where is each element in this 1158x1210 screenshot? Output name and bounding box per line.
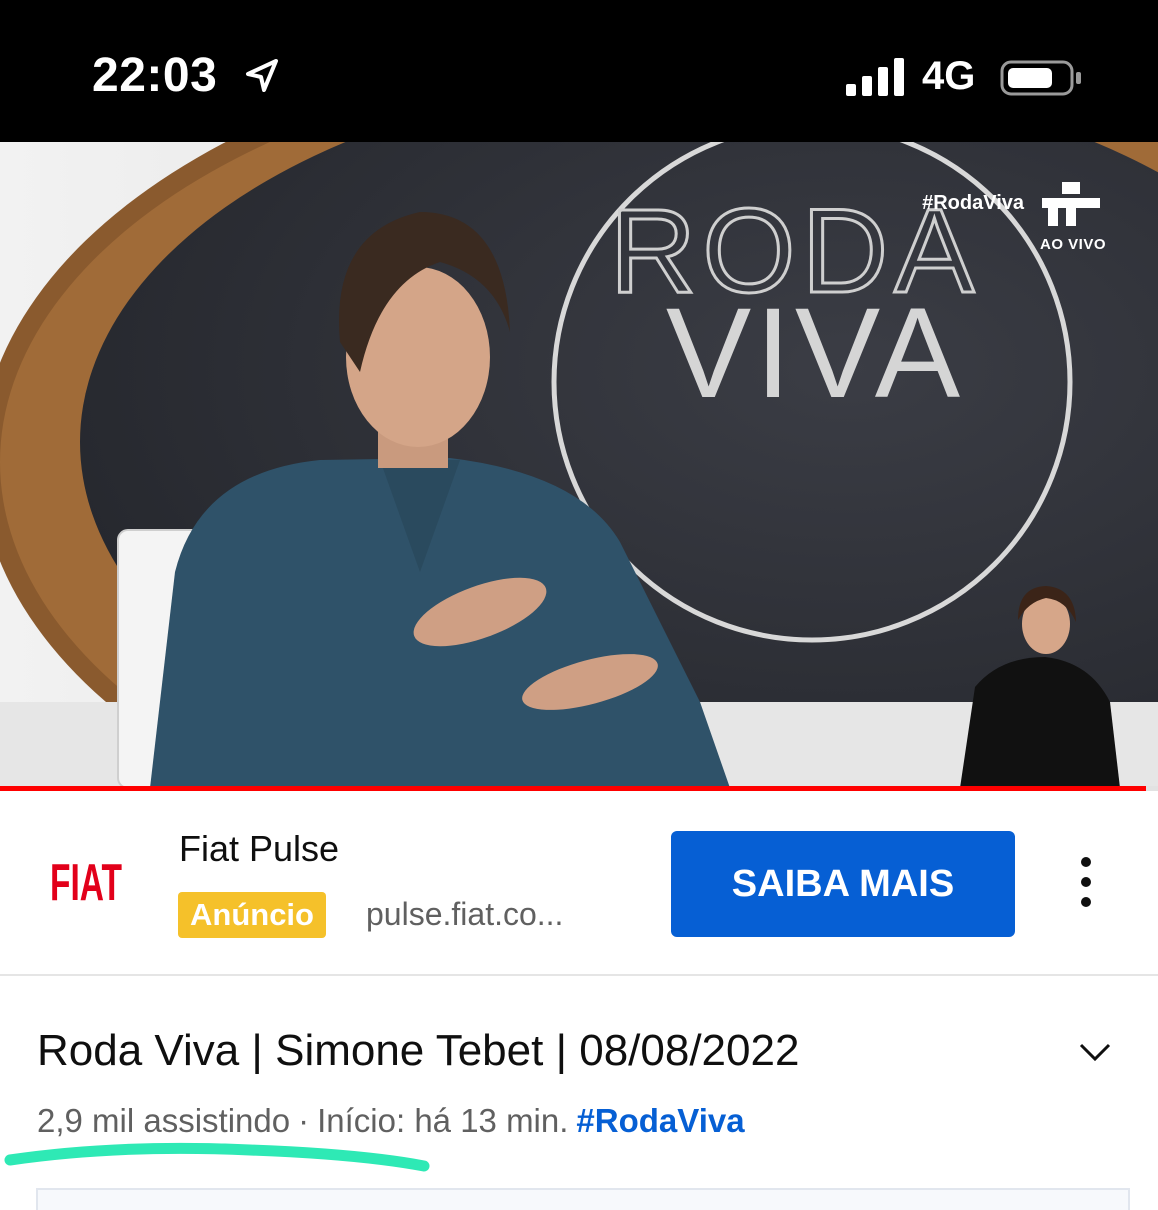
fiat-brand-logo: FIAT bbox=[50, 854, 122, 906]
battery-icon bbox=[1000, 60, 1081, 96]
saiba-mais-button[interactable]: SAIBA MAIS bbox=[671, 831, 1015, 937]
start-time: Início: há 13 min. bbox=[317, 1102, 569, 1139]
ad-badge: Anúncio bbox=[178, 892, 326, 938]
chevron-down-icon[interactable] bbox=[1078, 1040, 1112, 1064]
viewer-count: 2,9 mil assistindo bbox=[37, 1102, 291, 1139]
ad-row[interactable]: FIAT Fiat Pulse Anúncio pulse.fiat.co...… bbox=[0, 792, 1158, 974]
svg-text:VIVA: VIVA bbox=[666, 282, 964, 425]
svg-text:FIAT: FIAT bbox=[50, 854, 122, 906]
status-bar: 22:03 4G bbox=[0, 0, 1158, 142]
ad-title[interactable]: Fiat Pulse bbox=[179, 828, 339, 870]
video-player[interactable]: RODA VIVA #RodaViva AO VIVO bbox=[0, 142, 1158, 788]
status-time: 22:03 bbox=[92, 49, 218, 102]
more-vert-icon[interactable] bbox=[1070, 854, 1102, 910]
network-type: 4G bbox=[922, 54, 976, 98]
video-progress-fill bbox=[0, 786, 1147, 791]
hashtag-link[interactable]: #RodaViva bbox=[576, 1102, 744, 1139]
live-label: AO VIVO bbox=[1039, 236, 1106, 253]
cellular-signal-icon bbox=[846, 58, 904, 96]
tv-cultura-logo-icon bbox=[1042, 182, 1100, 226]
description-card[interactable] bbox=[36, 1188, 1130, 1210]
meta-separator: · bbox=[298, 1102, 310, 1139]
video-meta: 2,9 mil assistindo · Início: há 13 min. #Ro… bbox=[37, 1102, 745, 1140]
video-frame: RODA VIVA bbox=[0, 142, 1158, 788]
video-hashtag-watermark: #RodaViva bbox=[922, 192, 1024, 214]
video-title[interactable]: Roda Viva | Simone Tebet | 08/08/2022 bbox=[37, 1026, 799, 1076]
divider bbox=[0, 974, 1158, 976]
ad-url[interactable]: pulse.fiat.co... bbox=[366, 896, 563, 933]
highlight-underline bbox=[4, 1142, 430, 1172]
location-arrow-icon bbox=[246, 59, 278, 92]
video-progress-bar[interactable] bbox=[0, 786, 1158, 791]
